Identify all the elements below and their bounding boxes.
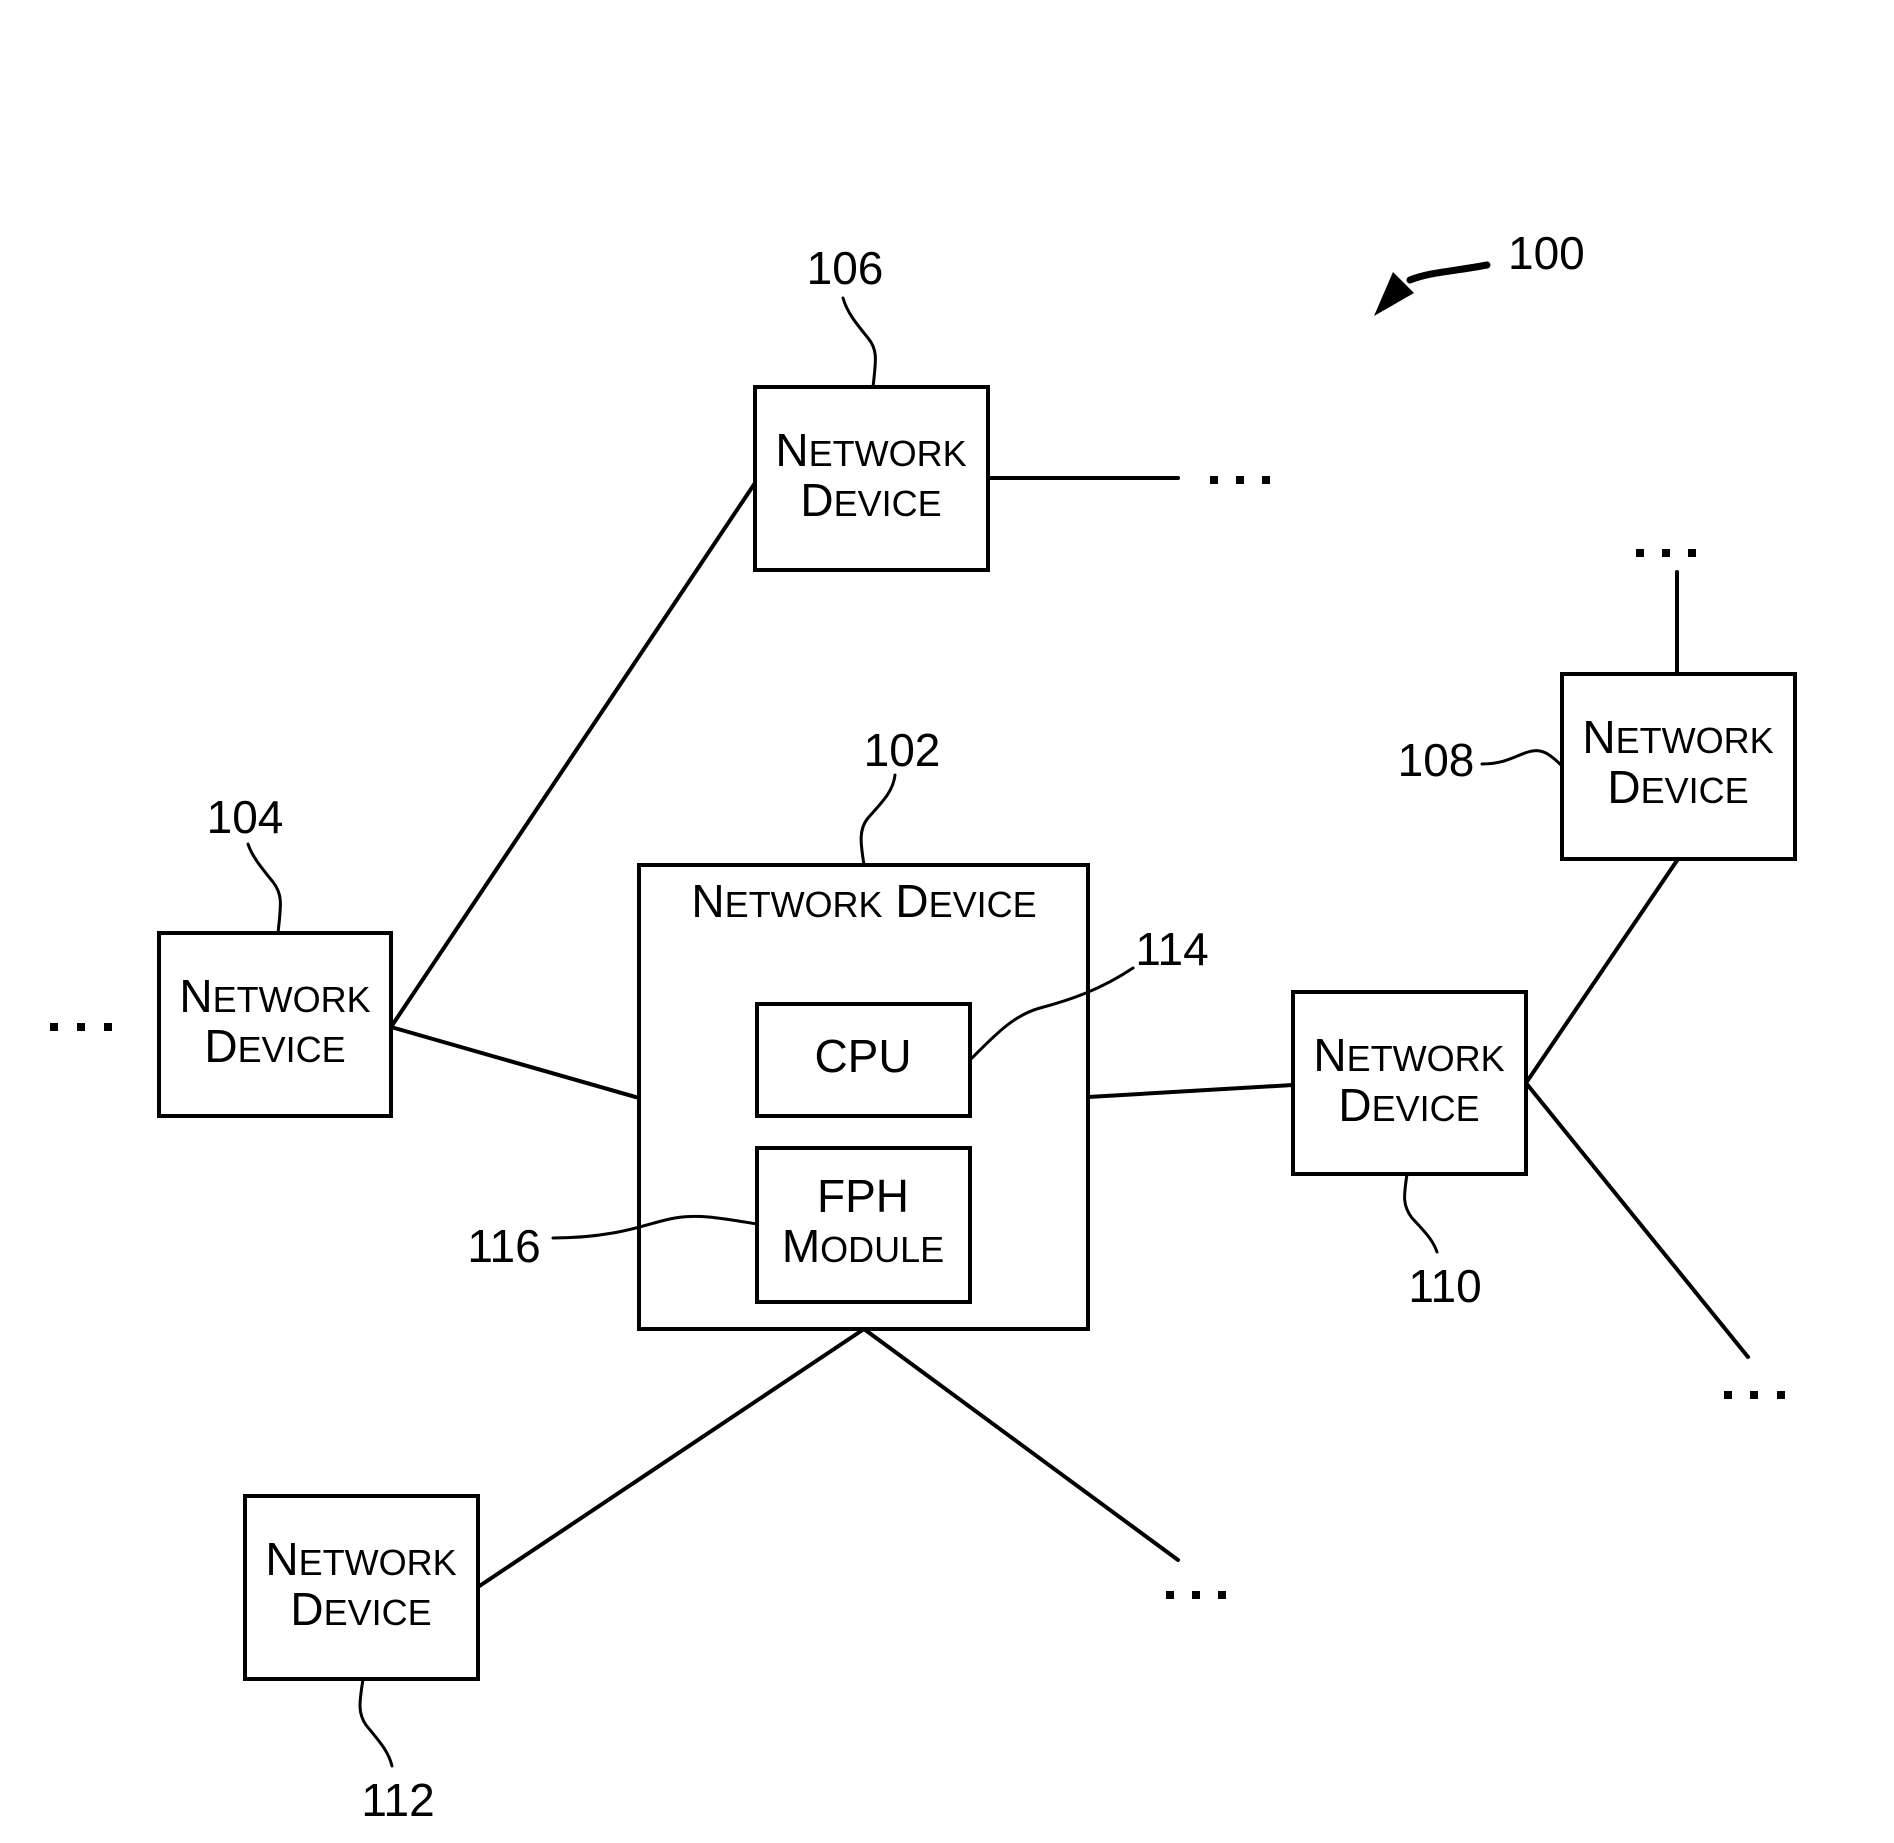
continuation-dots-102 (1166, 1591, 1226, 1599)
device-box[interactable] (1291, 990, 1528, 1176)
reference-label-104: 104 (207, 791, 284, 843)
ellipsis-dot (1166, 1591, 1174, 1599)
device-box[interactable] (753, 385, 990, 572)
link-102-112 (476, 1327, 866, 1589)
reference-label-108: 108 (1398, 734, 1475, 786)
continuation-dots-106 (1210, 476, 1270, 484)
network-diagram: 100 NETWORK DEVICE 106 NETWORK DEVICE 10… (50, 227, 1797, 1826)
reference-label-116: 116 (467, 1220, 540, 1272)
fph-label-line1: FPH (817, 1170, 909, 1222)
continuation-dots-108 (1636, 549, 1696, 557)
device-box[interactable] (243, 1494, 480, 1681)
reference-arrow-shaft (1406, 261, 1491, 284)
network-device-104[interactable]: NETWORK DEVICE 104 (157, 791, 393, 1118)
device-box[interactable] (157, 931, 393, 1118)
reference-label-110: 110 (1408, 1260, 1481, 1312)
link-102-continuation (862, 1327, 1180, 1562)
continuation-dots-104 (50, 1023, 112, 1031)
ellipsis-dot (1662, 549, 1670, 557)
ellipsis-dot (1777, 1391, 1785, 1399)
leader-line (841, 296, 877, 389)
ellipsis-dot (1636, 549, 1644, 557)
ellipsis-dot (50, 1023, 58, 1031)
ellipsis-dot (1724, 1391, 1732, 1399)
network-device-112[interactable]: NETWORK DEVICE 112 (243, 1494, 480, 1826)
reference-label-106: 106 (807, 242, 884, 294)
reference-label-112: 112 (361, 1774, 434, 1826)
device-box[interactable] (1560, 672, 1797, 861)
ellipsis-dot (1262, 476, 1270, 484)
link-110-continuation (1524, 1081, 1750, 1359)
reference-label-100: 100 (1508, 227, 1585, 279)
network-device-108[interactable]: NETWORK DEVICE 108 (1398, 672, 1797, 861)
leader-line (1480, 749, 1564, 768)
reference-label-102: 102 (864, 724, 941, 776)
leader-line (358, 1677, 394, 1768)
link-102-110 (1086, 1083, 1295, 1099)
cpu-label: CPU (814, 1030, 911, 1082)
link-110-108 (1524, 857, 1680, 1085)
ellipsis-dot (1236, 476, 1244, 484)
figure-reference-100: 100 (1374, 227, 1585, 316)
ellipsis-dot (77, 1023, 85, 1031)
network-device-110[interactable]: NETWORK DEVICE 110 (1291, 990, 1528, 1312)
continuation-dots-110 (1724, 1391, 1785, 1399)
network-device-106[interactable]: NETWORK DEVICE 106 (753, 242, 990, 572)
ellipsis-dot (1688, 549, 1696, 557)
leader-line (859, 773, 897, 867)
leader-line (1403, 1172, 1439, 1254)
ellipsis-dot (1218, 1591, 1226, 1599)
reference-label-114: 114 (1135, 923, 1208, 975)
network-device-102[interactable]: NETWORK DEVICE 102 CPU 114 FPH MODULE 11… (467, 724, 1209, 1331)
leader-line (246, 842, 282, 935)
ellipsis-dot (1750, 1391, 1758, 1399)
ellipsis-dot (104, 1023, 112, 1031)
ellipsis-dot (1210, 476, 1218, 484)
ellipsis-dot (1192, 1591, 1200, 1599)
link-104-102 (389, 1025, 641, 1100)
